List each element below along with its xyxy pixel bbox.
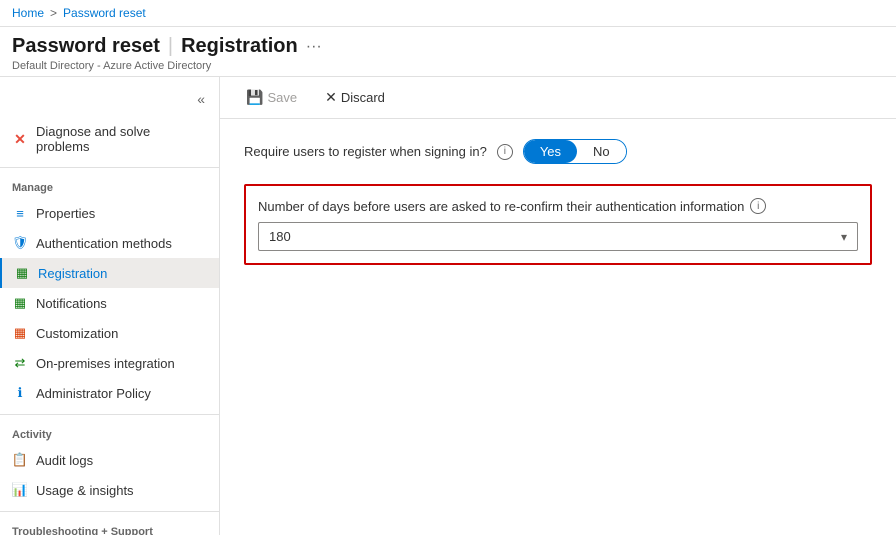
- sidebar-item-registration[interactable]: ▦ Registration: [0, 258, 219, 288]
- breadcrumb: Home > Password reset: [0, 0, 896, 27]
- breadcrumb-home[interactable]: Home: [12, 6, 44, 20]
- sidebar-item-diagnose-label: Diagnose and solve problems: [36, 124, 207, 154]
- sidebar-item-audit-logs[interactable]: 📋 Audit logs: [0, 445, 219, 475]
- content-area: 💾 Save ✕ Discard Require users to regist…: [220, 77, 896, 535]
- require-info-icon[interactable]: i: [497, 144, 513, 160]
- sidebar-manage-section: Manage: [0, 174, 219, 198]
- discard-label: Discard: [341, 90, 385, 105]
- sidebar-item-diagnose[interactable]: ✕ Diagnose and solve problems: [0, 117, 219, 161]
- sidebar-item-admin-policy-label: Administrator Policy: [36, 386, 151, 401]
- require-registration-row: Require users to register when signing i…: [244, 139, 872, 164]
- sidebar-item-properties[interactable]: ≡ Properties: [0, 198, 219, 228]
- audit-logs-icon: 📋: [12, 452, 28, 468]
- days-info-icon[interactable]: i: [750, 198, 766, 214]
- sidebar-item-customization-label: Customization: [36, 326, 118, 341]
- sidebar-item-notifications[interactable]: ▦ Notifications: [0, 288, 219, 318]
- page-title: Password reset: [12, 35, 160, 58]
- save-label: Save: [267, 90, 297, 105]
- sidebar-item-admin-policy[interactable]: ℹ Administrator Policy: [0, 378, 219, 408]
- diagnose-icon: ✕: [12, 131, 28, 147]
- days-dropdown-section: Number of days before users are asked to…: [244, 184, 872, 265]
- content-body: Require users to register when signing i…: [220, 119, 896, 285]
- notifications-icon: ▦: [12, 295, 28, 311]
- sidebar-item-customization[interactable]: ▦ Customization: [0, 318, 219, 348]
- registration-icon: ▦: [14, 265, 30, 281]
- sidebar-item-usage-insights[interactable]: 📊 Usage & insights: [0, 475, 219, 505]
- sidebar-item-notifications-label: Notifications: [36, 296, 107, 311]
- days-label-row: Number of days before users are asked to…: [258, 198, 858, 214]
- sidebar-activity-section: Activity: [0, 421, 219, 445]
- breadcrumb-current[interactable]: Password reset: [63, 6, 146, 20]
- sidebar-troubleshooting-section: Troubleshooting + Support: [0, 518, 219, 535]
- collapse-sidebar-button[interactable]: «: [191, 89, 211, 109]
- days-label: Number of days before users are asked to…: [258, 199, 744, 214]
- sidebar: « ✕ Diagnose and solve problems Manage ≡…: [0, 77, 220, 535]
- discard-button[interactable]: ✕ Discard: [319, 85, 391, 110]
- discard-icon: ✕: [325, 89, 337, 106]
- save-button[interactable]: 💾 Save: [240, 85, 303, 110]
- breadcrumb-separator: >: [50, 6, 57, 20]
- require-label: Require users to register when signing i…: [244, 144, 487, 159]
- customization-icon: ▦: [12, 325, 28, 341]
- chevron-down-icon: ▾: [841, 230, 847, 244]
- sidebar-item-authentication-methods[interactable]: 🛡 Authentication methods: [0, 228, 219, 258]
- page-title-ellipsis[interactable]: ···: [306, 38, 322, 56]
- admin-policy-icon: ℹ: [12, 385, 28, 401]
- sidebar-item-registration-label: Registration: [38, 266, 107, 281]
- sidebar-item-usage-insights-label: Usage & insights: [36, 483, 134, 498]
- toolbar: 💾 Save ✕ Discard: [220, 77, 896, 119]
- sidebar-item-on-premises-label: On-premises integration: [36, 356, 175, 371]
- days-dropdown[interactable]: 180 ▾: [258, 222, 858, 251]
- days-value: 180: [269, 229, 841, 244]
- auth-methods-icon: 🛡: [12, 235, 28, 251]
- page-title-separator: |: [168, 35, 173, 58]
- properties-icon: ≡: [12, 205, 28, 221]
- sidebar-item-properties-label: Properties: [36, 206, 95, 221]
- no-toggle-button[interactable]: No: [577, 140, 626, 163]
- page-header: Password reset | Registration ··· Defaul…: [0, 27, 896, 77]
- yes-toggle-button[interactable]: Yes: [524, 140, 577, 163]
- page-section-title: Registration: [181, 35, 298, 58]
- usage-insights-icon: 📊: [12, 482, 28, 498]
- main-container: « ✕ Diagnose and solve problems Manage ≡…: [0, 77, 896, 535]
- sidebar-item-audit-logs-label: Audit logs: [36, 453, 93, 468]
- save-icon: 💾: [246, 89, 263, 106]
- yes-no-toggle: Yes No: [523, 139, 627, 164]
- sidebar-item-auth-label: Authentication methods: [36, 236, 172, 251]
- sidebar-item-on-premises[interactable]: ⇄ On-premises integration: [0, 348, 219, 378]
- page-subtitle: Default Directory - Azure Active Directo…: [12, 60, 884, 72]
- on-premises-icon: ⇄: [12, 355, 28, 371]
